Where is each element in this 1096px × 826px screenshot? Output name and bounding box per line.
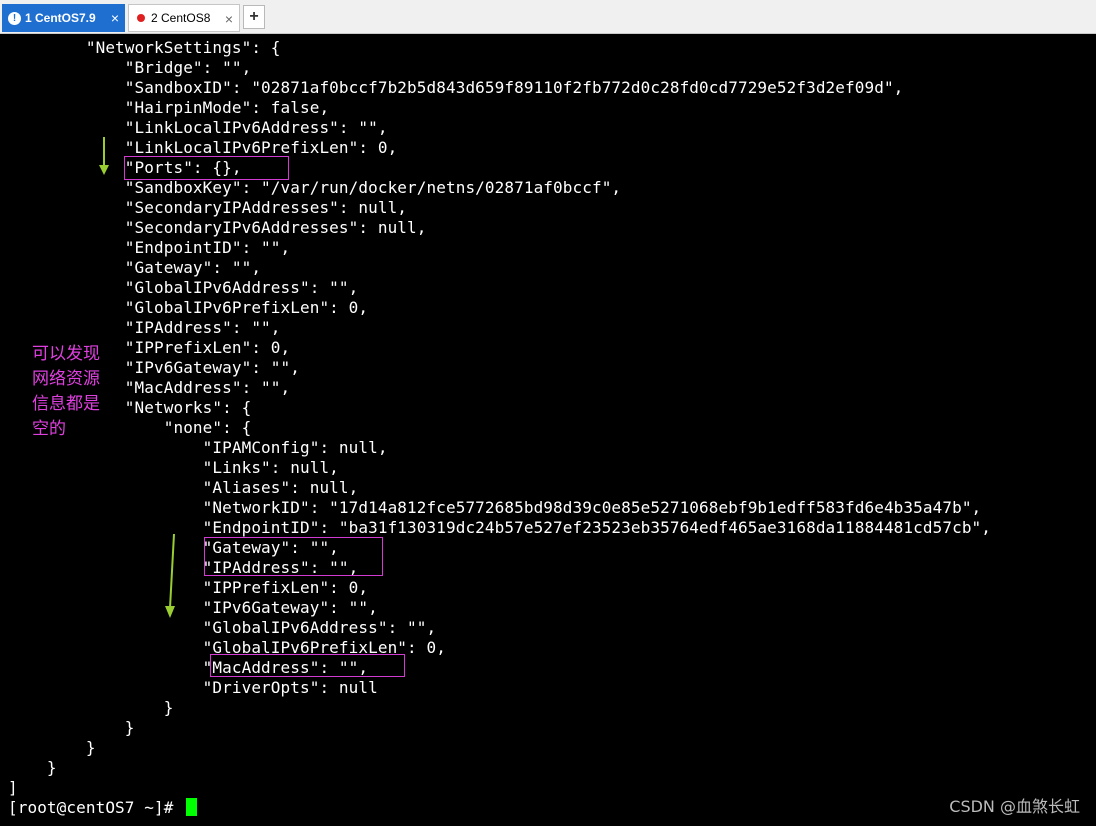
terminal-line: "Bridge": "", (8, 58, 252, 77)
highlight-box-gateway-ipaddress (204, 537, 383, 576)
tab-label: 1 CentOS7.9 (25, 11, 96, 25)
terminal-line: "GlobalIPv6Address": "", (8, 278, 359, 297)
highlight-box-macaddress (210, 654, 405, 677)
down-arrow-icon (99, 137, 109, 175)
terminal-cursor (186, 798, 197, 816)
tab-centos8[interactable]: 2 CentOS8 × (128, 4, 240, 32)
terminal-line: "GlobalIPv6Address": "", (8, 618, 437, 637)
terminal-line: "IPv6Gateway": "", (8, 598, 378, 617)
terminal-line: "EndpointID": "ba31f130319dc24b57e527ef2… (8, 518, 992, 537)
terminal-line: "SecondaryIPv6Addresses": null, (8, 218, 427, 237)
note-line: 空的 (32, 419, 66, 439)
annotation-note: 可以发现 网络资源 信息都是 空的 (32, 342, 112, 442)
watermark: CSDN @血煞长虹 (949, 797, 1080, 816)
terminal-line: "NetworkID": "17d14a812fce5772685bd98d39… (8, 498, 982, 517)
terminal-line: "Aliases": null, (8, 478, 359, 497)
terminal-line: [root@centOS7 ~]# (8, 798, 184, 817)
terminal-line: "Links": null, (8, 458, 339, 477)
terminal-line: "SandboxID": "02871af0bccf7b2b5d843d659f… (8, 78, 904, 97)
new-tab-button[interactable]: + (243, 5, 265, 29)
terminal-line: "EndpointID": "", (8, 238, 291, 257)
close-icon[interactable]: × (225, 11, 233, 27)
terminal-line: "SandboxKey": "/var/run/docker/netns/028… (8, 178, 622, 197)
terminal-output[interactable]: "NetworkSettings": { "Bridge": "", "Sand… (0, 34, 1096, 826)
status-dot-icon (137, 14, 145, 22)
terminal-line: ] (8, 778, 18, 797)
terminal-line: "HairpinMode": false, (8, 98, 330, 117)
terminal-line: } (8, 738, 96, 757)
close-icon[interactable]: × (111, 10, 119, 26)
down-arrow-icon (165, 534, 175, 618)
tab-centos7[interactable]: ! 1 CentOS7.9 × (2, 4, 125, 32)
note-line: 可以发现 (32, 344, 100, 364)
tab-bar: ! 1 CentOS7.9 × 2 CentOS8 × + (0, 0, 1096, 34)
highlight-box-ports (124, 156, 289, 180)
terminal-line: "SecondaryIPAddresses": null, (8, 198, 408, 217)
tab-label: 2 CentOS8 (151, 11, 211, 25)
terminal-line: } (8, 698, 174, 717)
terminal-line: "LinkLocalIPv6Address": "", (8, 118, 388, 137)
terminal-line: "IPAddress": "", (8, 318, 281, 337)
terminal-line: } (8, 758, 57, 777)
terminal-line: "DriverOpts": null (8, 678, 378, 697)
terminal-line: "NetworkSettings": { (8, 38, 281, 57)
terminal-line: } (8, 718, 135, 737)
info-icon: ! (8, 11, 21, 25)
terminal-line: "LinkLocalIPv6PrefixLen": 0, (8, 138, 398, 157)
note-line: 信息都是 (32, 394, 100, 414)
terminal-line: "IPPrefixLen": 0, (8, 578, 369, 597)
terminal-line: "GlobalIPv6PrefixLen": 0, (8, 298, 369, 317)
note-line: 网络资源 (32, 369, 100, 389)
terminal-line: "Gateway": "", (8, 258, 262, 277)
